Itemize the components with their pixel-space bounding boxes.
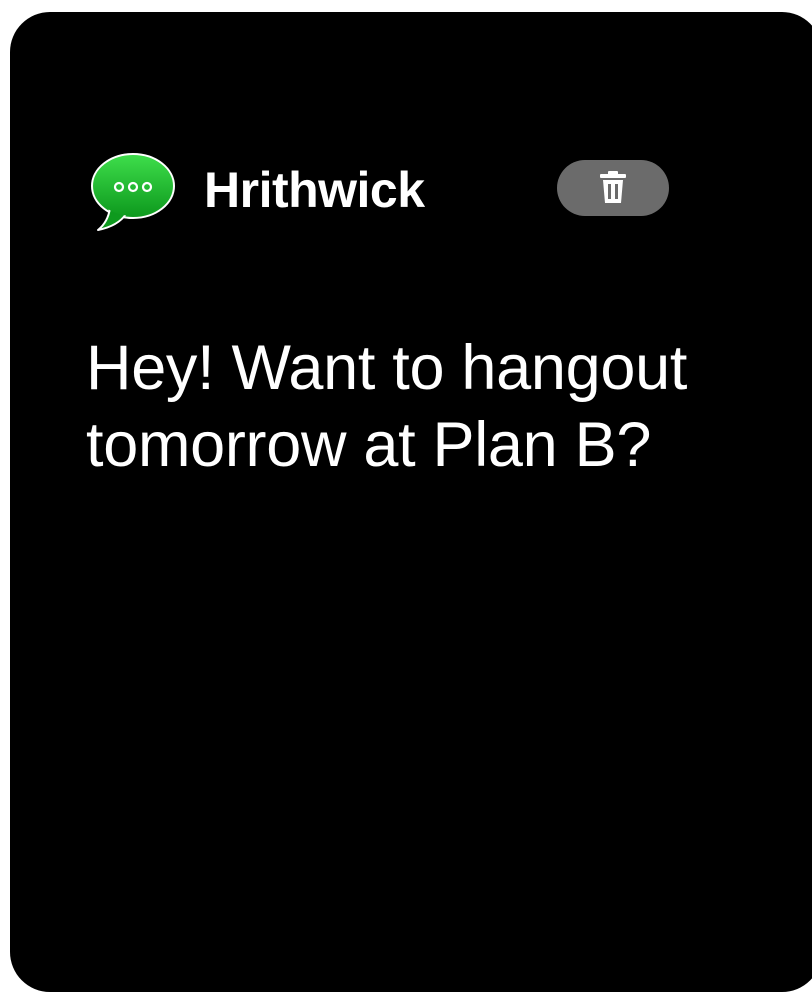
message-text: Hey! Want to hangout tomorrow at Plan B? <box>86 333 688 480</box>
delete-button[interactable] <box>557 160 669 216</box>
notification-card[interactable]: Hrithwick Hey! Want to hangout tomorrow … <box>10 12 812 992</box>
notification-header: Hrithwick <box>88 152 688 247</box>
trash-icon <box>600 171 626 203</box>
sender-name: Hrithwick <box>204 162 425 218</box>
messages-bubble-icon <box>88 152 176 234</box>
